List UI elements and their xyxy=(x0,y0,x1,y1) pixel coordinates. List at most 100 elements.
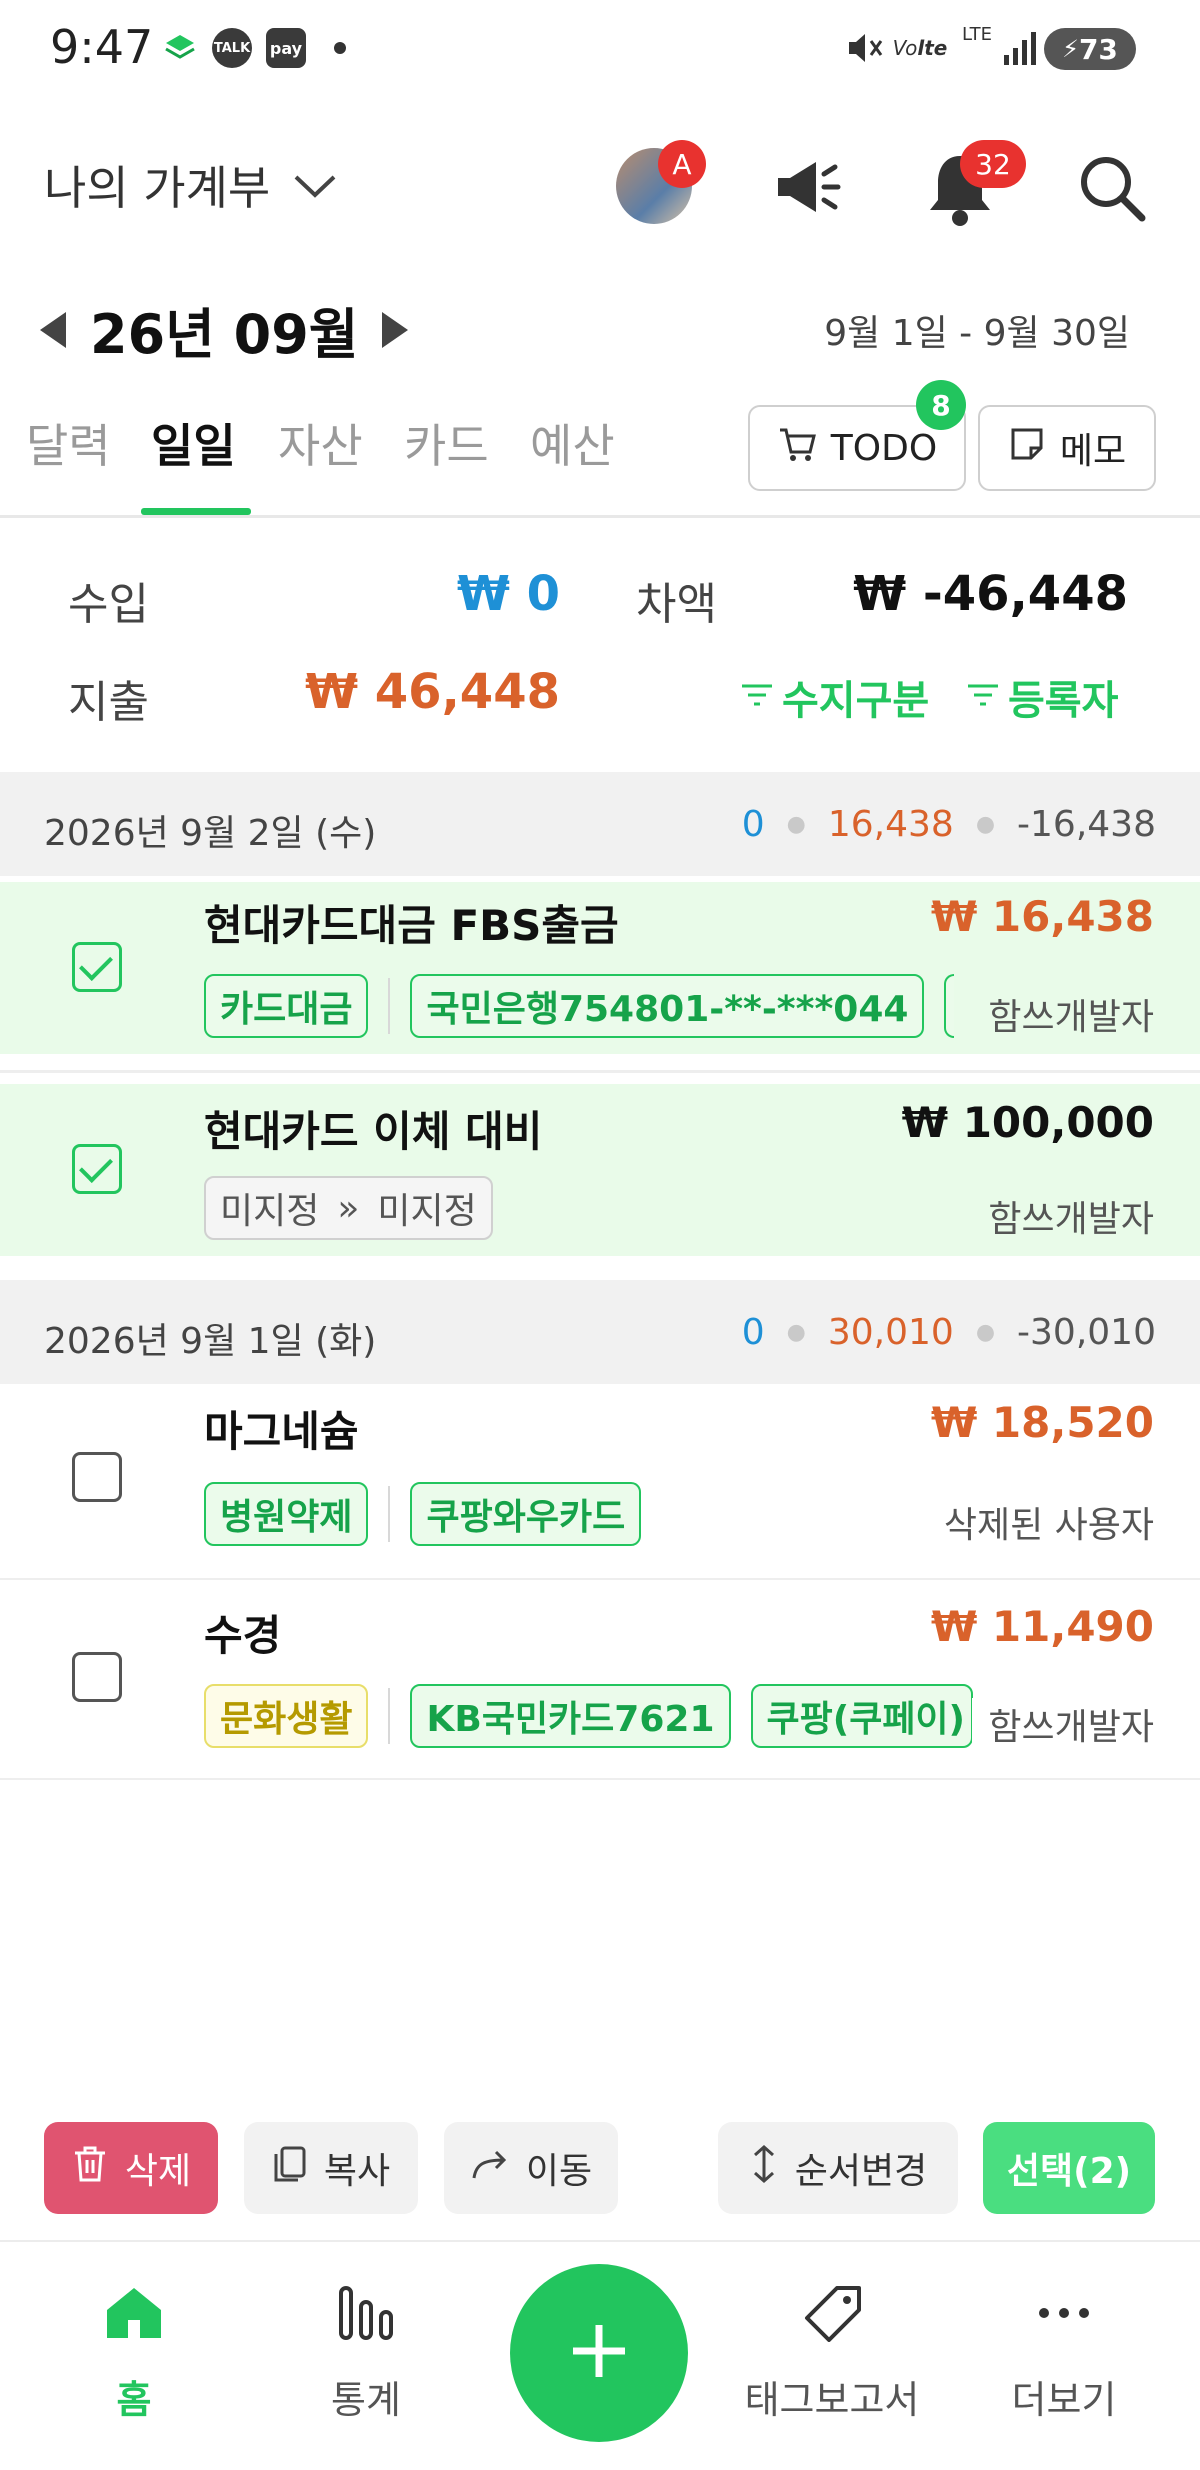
category-tag[interactable]: 카드대금 xyxy=(204,974,369,1038)
tabs-divider xyxy=(0,515,1200,518)
delete-button[interactable]: 삭제 xyxy=(44,2122,218,2214)
category-tag[interactable]: 문화생활 xyxy=(204,1684,369,1748)
tag-divider xyxy=(388,978,391,1034)
filter-user-label: 등록자 xyxy=(1008,678,1119,724)
tag-divider xyxy=(388,1486,391,1542)
search-icon[interactable] xyxy=(1074,150,1150,226)
item-checkbox[interactable] xyxy=(72,1144,122,1194)
month-label[interactable]: 26년 09월 xyxy=(90,290,358,369)
home-icon xyxy=(103,2284,165,2351)
item-amount: ₩ 100,000 xyxy=(901,1098,1154,1147)
lte-icon: LTE xyxy=(962,24,992,45)
next-month-icon[interactable] xyxy=(382,311,409,348)
megaphone-icon[interactable] xyxy=(772,150,846,224)
copy-button[interactable]: 복사 xyxy=(244,2122,418,2214)
account-tag[interactable]: 국민은행754801-**-***044 xyxy=(410,974,925,1038)
copy-icon xyxy=(272,2144,308,2193)
day-total: -16,438 xyxy=(1017,804,1156,845)
item-checkbox[interactable] xyxy=(72,942,122,992)
nav-home-label: 홈 xyxy=(116,2378,152,2422)
chevron-down-icon xyxy=(292,158,338,212)
income-label: 수입 xyxy=(68,579,149,630)
nav-more[interactable]: 더보기 xyxy=(964,2284,1164,2424)
list-item[interactable]: 현대카드대금 FBS출금 ₩ 16,438 카드대금 국민은행754801-**… xyxy=(0,882,1200,1054)
transfer-tag[interactable]: 미지정 » 미지정 xyxy=(204,1176,493,1240)
list-item[interactable]: 수경 ₩ 11,490 문화생활 KB국민카드7621 쿠팡(쿠페이) 함쓰개발… xyxy=(0,1582,1200,1778)
status-bar: 9:47 TALK pay Vo lte LTE ⚡ 73 xyxy=(0,0,1200,100)
nav-more-label: 더보기 xyxy=(1011,2378,1117,2422)
day-totals: 0 ● 30,010 ● -30,010 xyxy=(742,1312,1156,1353)
list-item[interactable]: 마그네슘 ₩ 18,520 병원약제 쿠팡와우카드 삭제된 사용자 xyxy=(0,1386,1200,1578)
kakaopay-icon: pay xyxy=(266,28,306,68)
plus-icon xyxy=(567,2319,631,2387)
notification-dot-icon xyxy=(334,42,346,54)
tab-indicator xyxy=(141,508,251,515)
tag-divider xyxy=(388,1688,391,1744)
tab-calendar[interactable]: 달력 xyxy=(26,410,111,476)
merchant-tag[interactable]: 쿠팡(쿠페이) xyxy=(750,1684,973,1748)
forward-arrow-icon xyxy=(470,2146,510,2191)
filter-type-button[interactable]: 수지구분 xyxy=(740,668,929,726)
prev-month-icon[interactable] xyxy=(40,311,66,348)
avatar-badge: A xyxy=(658,140,706,188)
day-totals: 0 ● 16,438 ● -16,438 xyxy=(742,804,1156,845)
item-title: 현대카드 이체 대비 xyxy=(204,1107,543,1156)
delete-label: 삭제 xyxy=(124,2151,192,2192)
volte-icon: Vo lte xyxy=(892,36,948,60)
date-range: 9월 1일 - 9월 30일 xyxy=(824,313,1130,354)
item-tags: 문화생활 KB국민카드7621 쿠팡(쿠페이) xyxy=(204,1684,973,1748)
diff-value: ₩ -46,448 xyxy=(853,566,1128,622)
day-expense: 30,010 xyxy=(827,1312,954,1353)
select-button[interactable]: 선택(2) xyxy=(983,2122,1155,2214)
up-down-arrow-icon xyxy=(749,2143,779,2194)
tab-card[interactable]: 카드 xyxy=(404,410,489,476)
overflow-tag xyxy=(944,974,955,1038)
row-divider xyxy=(0,1578,1200,1580)
nav-tag-report[interactable]: 태그보고서 xyxy=(732,2284,932,2424)
row-divider xyxy=(0,1778,1200,1780)
tab-daily[interactable]: 일일 xyxy=(151,410,236,476)
item-title: 현대카드대금 FBS출금 xyxy=(204,901,619,950)
more-icon xyxy=(1033,2284,1095,2351)
ledger-selector[interactable]: 나의 가계부 xyxy=(44,152,338,218)
list-item[interactable]: 현대카드 이체 대비 ₩ 100,000 미지정 » 미지정 함쓰개발자 xyxy=(0,1084,1200,1256)
transfer-to: 미지정 xyxy=(377,1191,477,1232)
copy-label: 복사 xyxy=(323,2151,391,2192)
item-checkbox[interactable] xyxy=(72,1652,122,1702)
tab-budget[interactable]: 예산 xyxy=(530,410,615,476)
add-transaction-button[interactable] xyxy=(510,2264,688,2442)
account-tag[interactable]: 쿠팡와우카드 xyxy=(410,1482,642,1546)
day-expense: 16,438 xyxy=(827,804,954,845)
notification-badge: 32 xyxy=(960,140,1026,188)
kakaotalk-icon: TALK xyxy=(212,28,252,68)
todo-badge: 8 xyxy=(916,380,966,430)
status-time: 9:47 xyxy=(50,20,154,74)
reorder-label: 순서변경 xyxy=(794,2151,928,2192)
category-tag[interactable]: 병원약제 xyxy=(204,1482,369,1546)
tab-assets[interactable]: 자산 xyxy=(278,410,363,476)
item-amount: ₩ 16,438 xyxy=(930,892,1154,941)
transfer-arrow-icon: » xyxy=(337,1187,360,1229)
diff-label: 차액 xyxy=(636,579,717,630)
separator-dot: ● xyxy=(975,1320,996,1345)
separator-dot: ● xyxy=(975,812,996,837)
filter-icon xyxy=(740,674,774,720)
expense-value: ₩ 46,448 xyxy=(305,664,560,720)
transfer-from: 미지정 xyxy=(220,1191,320,1232)
battery-icon: ⚡ 73 xyxy=(1044,28,1136,70)
account-tag[interactable]: KB국민카드7621 xyxy=(410,1684,731,1748)
day-date: 2026년 9월 2일 (수) xyxy=(44,813,377,854)
nav-stats[interactable]: 통계 xyxy=(266,2284,466,2424)
memo-button[interactable]: 메모 xyxy=(978,405,1156,491)
day-income: 0 xyxy=(741,804,765,845)
day-header: 2026년 9월 2일 (수) 0 ● 16,438 ● -16,438 xyxy=(0,772,1200,876)
nav-home[interactable]: 홈 xyxy=(34,2284,234,2424)
reorder-button[interactable]: 순서변경 xyxy=(718,2122,958,2214)
item-checkbox[interactable] xyxy=(72,1452,122,1502)
mute-icon xyxy=(842,28,886,68)
move-button[interactable]: 이동 xyxy=(444,2122,618,2214)
filter-user-button[interactable]: 등록자 xyxy=(966,668,1118,726)
signal-icon xyxy=(1000,28,1040,68)
item-user: 삭제된 사용자 xyxy=(943,1505,1154,1546)
row-divider xyxy=(0,1070,1200,1073)
